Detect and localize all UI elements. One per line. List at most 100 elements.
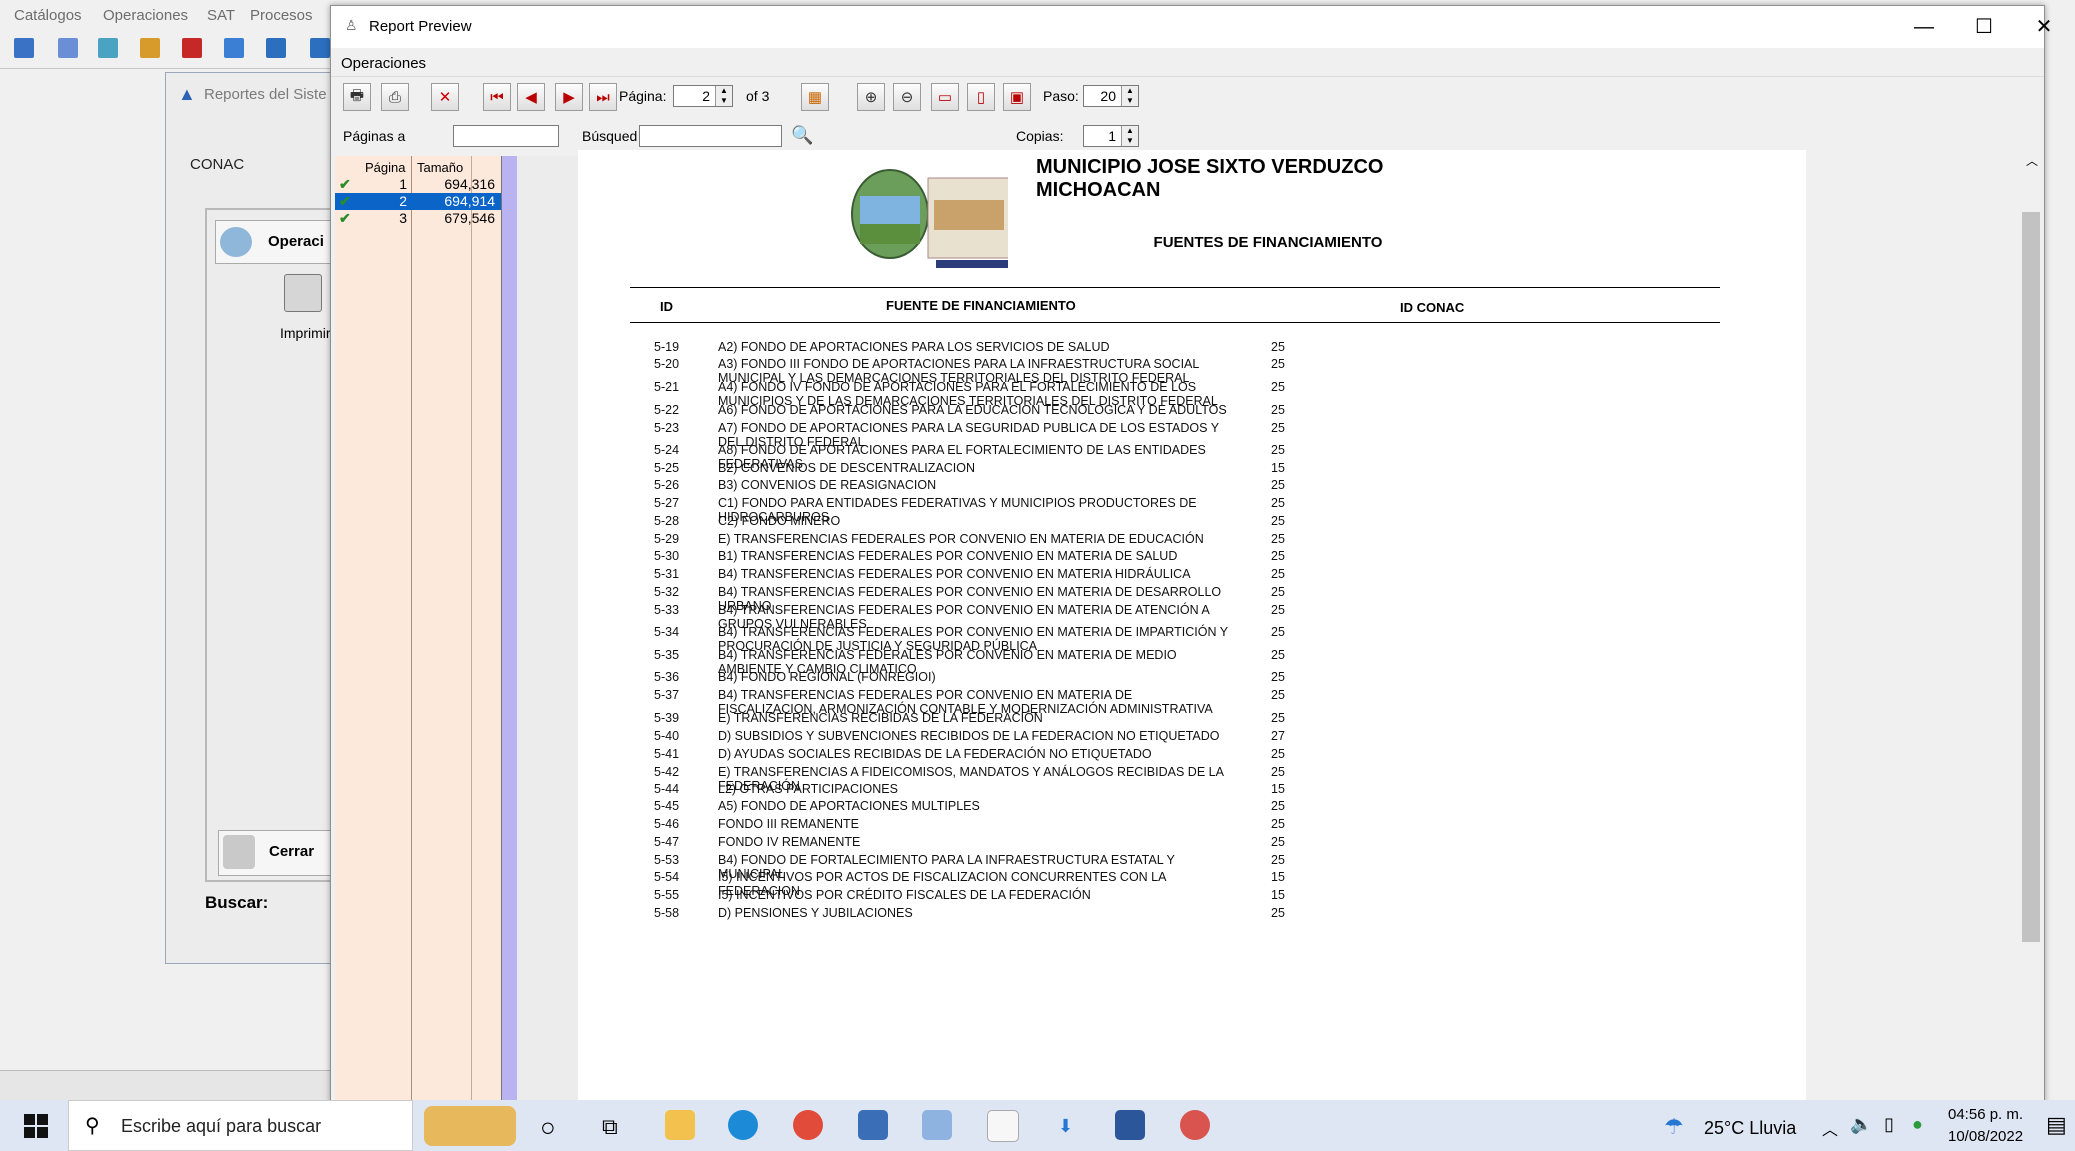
minimize-button[interactable]: — bbox=[1894, 6, 1954, 48]
whole-page-icon[interactable]: ▦ bbox=[801, 83, 829, 111]
spin-arrows-icon[interactable]: ▲ ▼ bbox=[715, 86, 732, 106]
col-size[interactable]: Tamaño bbox=[417, 160, 463, 175]
printer-icon[interactable] bbox=[284, 274, 322, 312]
row-conac: 25 bbox=[1271, 478, 1285, 492]
row-source: B4) FONDO REGIONAL (FONREGIOI) bbox=[718, 670, 936, 684]
pages-to-label: Páginas a bbox=[343, 128, 406, 144]
dollar-icon[interactable] bbox=[182, 38, 202, 58]
operations-header[interactable]: Operaci bbox=[215, 220, 347, 264]
building-icon[interactable] bbox=[310, 38, 330, 58]
divider bbox=[471, 156, 472, 1106]
toolbar: 🖶 ⎙ ✕ ⏮ ◀ ▶ ⏭ Página: 2 ▲ ▼ of 3 ▦ ⊕ ⊖ ▭ … bbox=[331, 76, 2044, 118]
edge-icon[interactable] bbox=[728, 1110, 758, 1140]
page-list-row[interactable]: ✔ 1 694,316 bbox=[335, 176, 501, 193]
chrome-profile-icon[interactable] bbox=[1180, 1110, 1210, 1140]
calendar-icon[interactable] bbox=[58, 38, 78, 58]
page-height-icon[interactable]: ▯ bbox=[967, 83, 995, 111]
row-conac: 15 bbox=[1271, 461, 1285, 475]
print-icon[interactable]: 🖶 bbox=[343, 83, 371, 111]
maximize-button[interactable]: ☐ bbox=[1954, 6, 2014, 48]
row-conac: 25 bbox=[1271, 443, 1285, 457]
clock-date[interactable]: 10/08/2022 bbox=[1948, 1128, 2023, 1145]
checkmark-icon[interactable]: ✔ bbox=[339, 176, 351, 193]
col-page[interactable]: Página bbox=[365, 160, 405, 175]
bg-menu-operaciones[interactable]: Operaciones bbox=[103, 7, 188, 24]
next-page-icon[interactable]: ▶ bbox=[555, 83, 583, 111]
scale-icon[interactable] bbox=[98, 38, 118, 58]
page-size: 694,914 bbox=[444, 193, 495, 209]
page-list-row[interactable]: ✔ 3 679,546 bbox=[335, 210, 501, 227]
volume-icon[interactable]: 🔈 bbox=[1850, 1114, 1872, 1135]
file-explorer-icon[interactable] bbox=[665, 1110, 695, 1140]
search-input[interactable] bbox=[639, 125, 782, 147]
row-conac: 25 bbox=[1271, 603, 1285, 617]
print-label[interactable]: Imprimir bbox=[280, 325, 331, 341]
grid-icon[interactable] bbox=[14, 38, 34, 58]
zoom-in-icon[interactable]: ⊕ bbox=[857, 83, 885, 111]
row-source: E) TRANSFERENCIAS FEDERALES POR CONVENIO… bbox=[718, 532, 1204, 546]
pages-to-input[interactable] bbox=[453, 125, 559, 147]
scroll-up-icon[interactable]: ︿ bbox=[2026, 152, 2038, 169]
cancel-print-icon[interactable]: ✕ bbox=[431, 83, 459, 111]
tab-conac[interactable]: CONAC bbox=[190, 156, 244, 173]
copies-spinner[interactable]: 1 ▲ ▼ bbox=[1083, 125, 1139, 147]
search-highlight-icon[interactable] bbox=[424, 1106, 516, 1146]
bg-menu-catalogos[interactable]: Catálogos bbox=[14, 7, 82, 24]
calculator-icon[interactable] bbox=[858, 1110, 888, 1140]
previous-page-icon[interactable]: ◀ bbox=[517, 83, 545, 111]
chart-icon[interactable] bbox=[140, 38, 160, 58]
bg-menu-procesos[interactable]: Procesos bbox=[250, 7, 313, 24]
background-menubar: Catálogos Operaciones SAT Procesos bbox=[0, 0, 340, 32]
print-setup-icon[interactable]: ⎙ bbox=[381, 83, 409, 111]
clock-time[interactable]: 04:56 p. m. bbox=[1948, 1106, 2023, 1123]
row-conac: 25 bbox=[1271, 380, 1285, 394]
bg-menu-sat[interactable]: SAT bbox=[207, 7, 235, 24]
page-value: 2 bbox=[702, 88, 710, 104]
windows-start-icon[interactable] bbox=[24, 1114, 48, 1138]
database-delete-icon bbox=[223, 835, 255, 869]
cortana-icon[interactable]: ○ bbox=[540, 1112, 556, 1143]
row-source: A6) FONDO DE APORTACIONES PARA LA EDUCAC… bbox=[718, 403, 1227, 417]
zoom-out-icon[interactable]: ⊖ bbox=[893, 83, 921, 111]
notifications-icon[interactable]: ▤ bbox=[2046, 1112, 2067, 1138]
row-conac: 25 bbox=[1271, 357, 1285, 371]
operations-label: Operaci bbox=[268, 233, 324, 250]
taskbar-search[interactable]: ⚲ Escribe aquí para buscar bbox=[68, 1100, 413, 1151]
download-icon[interactable]: ⬇ bbox=[1058, 1116, 1073, 1137]
mail-icon[interactable] bbox=[266, 38, 286, 58]
document-icon[interactable] bbox=[987, 1110, 1019, 1142]
spin-arrows-icon[interactable]: ▲ ▼ bbox=[1121, 126, 1138, 146]
page-spinner[interactable]: 2 ▲ ▼ bbox=[673, 85, 733, 107]
checkmark-icon[interactable]: ✔ bbox=[339, 210, 351, 227]
battery-icon[interactable]: ▯ bbox=[1884, 1114, 1894, 1135]
close-button[interactable]: Cerrar bbox=[218, 830, 347, 876]
last-page-icon[interactable]: ⏭ bbox=[589, 83, 617, 111]
app-icon[interactable] bbox=[922, 1110, 952, 1140]
chrome-icon[interactable] bbox=[793, 1110, 823, 1140]
row-source: I5) INCENTIVOS POR CRÉDITO FISCALES DE L… bbox=[718, 888, 1091, 902]
step-spinner[interactable]: 20 ▲ ▼ bbox=[1083, 85, 1139, 107]
row-conac: 25 bbox=[1271, 403, 1285, 417]
columns-icon[interactable] bbox=[224, 38, 244, 58]
menu-operaciones[interactable]: Operaciones bbox=[341, 55, 426, 72]
weather-text[interactable]: 25°C Lluvia bbox=[1704, 1118, 1796, 1139]
operations-panel bbox=[205, 208, 349, 882]
chevron-up-icon[interactable]: ︿ bbox=[1822, 1116, 1838, 1140]
splitter[interactable] bbox=[501, 156, 518, 1106]
network-icon[interactable]: ● bbox=[1912, 1114, 1923, 1135]
page-width-icon[interactable]: ▭ bbox=[931, 83, 959, 111]
page-list-row[interactable]: ✔ 2 694,914 bbox=[335, 193, 501, 210]
first-page-icon[interactable]: ⏮ bbox=[483, 83, 511, 111]
fit-page-icon[interactable]: ▣ bbox=[1003, 83, 1031, 111]
word-icon[interactable] bbox=[1115, 1110, 1145, 1140]
title-bar: ♙ Report Preview — ☐ ✕ bbox=[331, 6, 2052, 48]
window-title: Report Preview bbox=[369, 18, 472, 35]
spin-arrows-icon[interactable]: ▲ ▼ bbox=[1121, 86, 1138, 106]
close-window-button[interactable]: ✕ bbox=[2014, 6, 2074, 48]
checkmark-icon[interactable]: ✔ bbox=[339, 193, 351, 210]
task-view-icon[interactable]: ⧉ bbox=[602, 1114, 618, 1140]
scroll-thumb[interactable] bbox=[2022, 212, 2040, 942]
row-source: FONDO III REMANENTE bbox=[718, 817, 859, 831]
status-bar bbox=[0, 1070, 330, 1101]
search-icon[interactable]: 🔍 bbox=[791, 125, 813, 146]
